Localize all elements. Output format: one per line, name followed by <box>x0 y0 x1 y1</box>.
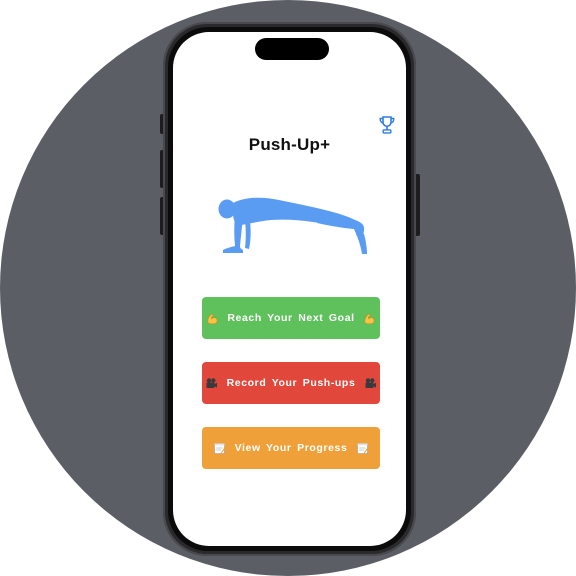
reach-next-goal-button[interactable]: Reach Your Next Goal <box>202 297 380 339</box>
video-camera-icon <box>363 376 377 390</box>
flexed-biceps-icon <box>205 311 219 325</box>
record-push-ups-label: Record Your Push-ups <box>226 377 356 389</box>
trophy-icon <box>379 116 395 134</box>
video-camera-icon <box>205 376 219 390</box>
push-up-figure-icon <box>218 197 367 254</box>
record-push-ups-button[interactable]: Record Your Push-ups <box>202 362 380 404</box>
showcase-stage: Push-Up+ Reach Your Next Goal Record You… <box>0 0 576 576</box>
app-title: Push-Up+ <box>248 135 331 154</box>
memo-icon <box>213 441 227 455</box>
trophy-button[interactable] <box>377 114 397 136</box>
memo-icon <box>355 441 369 455</box>
reach-next-goal-label: Reach Your Next Goal <box>227 312 355 324</box>
flexed-biceps-icon <box>363 311 377 325</box>
dynamic-island <box>255 38 329 60</box>
view-progress-button[interactable]: View Your Progress <box>202 427 380 469</box>
view-progress-label: View Your Progress <box>234 442 348 454</box>
phone-screen: Push-Up+ Reach Your Next Goal Record You… <box>173 32 406 546</box>
